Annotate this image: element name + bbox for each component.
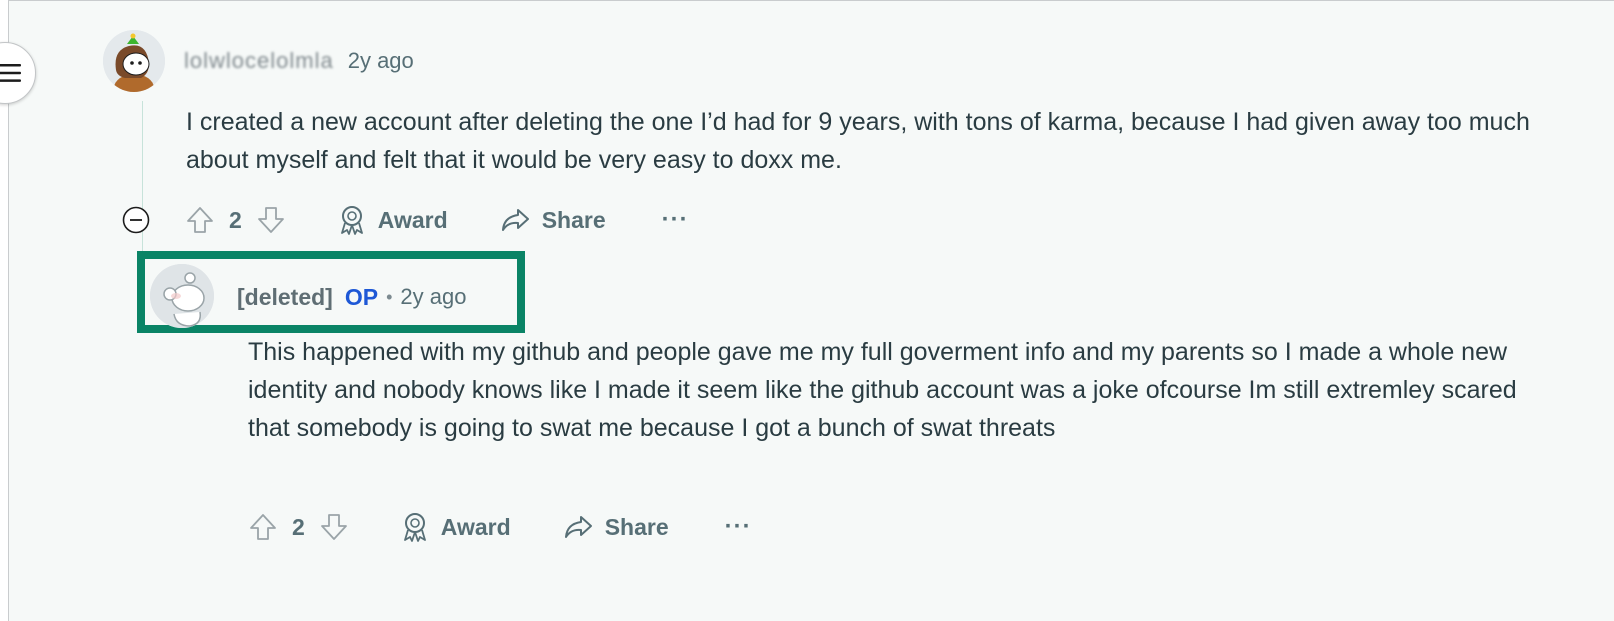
comment-body: I created a new account after deleting t…	[186, 108, 1530, 174]
award-label: Award	[377, 206, 448, 233]
share-icon	[564, 516, 592, 538]
comment-meta: lolwlocelolmla 2y ago	[184, 47, 414, 75]
op-badge: OP	[344, 283, 379, 310]
share-button[interactable]: Share	[563, 514, 669, 541]
collapse-icon[interactable]	[122, 206, 150, 234]
share-label: Share	[604, 513, 669, 540]
share-button[interactable]: Share	[500, 207, 606, 234]
vote-controls: 2	[248, 512, 349, 542]
username[interactable]: lolwlocelolmla	[184, 48, 334, 74]
upvote-icon[interactable]	[185, 205, 215, 235]
downvote-icon[interactable]	[319, 512, 349, 542]
more-options-icon[interactable]: ···	[725, 513, 752, 541]
vote-controls: 2	[185, 205, 286, 235]
award-icon	[403, 513, 426, 542]
username: [deleted]	[237, 283, 333, 310]
score: 2	[229, 206, 242, 233]
thread-line[interactable]	[142, 101, 143, 269]
timestamp[interactable]: 2y ago	[400, 284, 466, 310]
award-button[interactable]: Award	[338, 205, 448, 235]
share-icon	[501, 209, 529, 231]
avatar[interactable]	[103, 30, 165, 92]
award-label: Award	[440, 513, 511, 540]
comment-meta: [deleted] OP • 2y ago	[237, 281, 466, 313]
award-icon	[340, 206, 363, 235]
avatar[interactable]	[150, 264, 214, 328]
comment-actions: 2 Award Share ···	[185, 200, 689, 240]
comment-actions: 2 Award Share ···	[248, 507, 752, 547]
upvote-icon[interactable]	[248, 512, 278, 542]
separator-dot: •	[386, 286, 393, 307]
score: 2	[292, 513, 305, 540]
hamburger-menu-icon	[0, 64, 21, 82]
share-label: Share	[541, 206, 606, 233]
award-button[interactable]: Award	[401, 512, 511, 542]
timestamp[interactable]: 2y ago	[348, 48, 414, 74]
comment-body: This happened with my github and people …	[248, 338, 1517, 442]
downvote-icon[interactable]	[256, 205, 286, 235]
more-options-icon[interactable]: ···	[662, 206, 689, 234]
